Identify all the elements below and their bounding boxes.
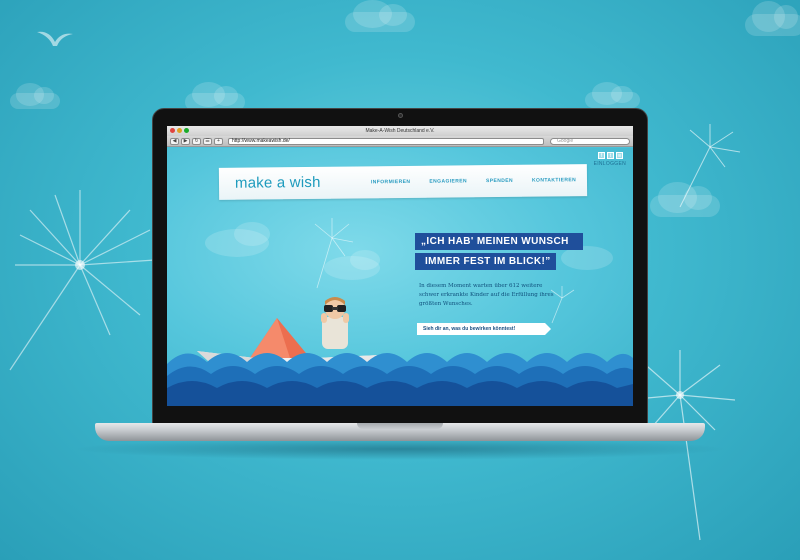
bookmarks-button[interactable]: ☰ [203,137,212,145]
cloud [10,83,60,109]
nav-item-engagieren[interactable]: ENGAGIEREN [429,178,467,184]
laptop-notch [357,423,443,429]
address-bar[interactable]: http://www.makeawish.de/ [228,137,544,145]
intro-text: In diesem Moment warten über 612 weitere… [419,283,554,307]
back-button[interactable]: ◀ [170,137,179,145]
nav-item-spenden[interactable]: SPENDEN [486,178,513,184]
twitter-icon[interactable]: t [607,152,614,159]
minimize-window-button[interactable] [177,128,182,133]
ocean-waves [167,353,633,406]
rss-icon[interactable]: ≋ [616,152,623,159]
browser-titlebar: Make-A-Wish Deutschland e.V. [167,126,633,136]
dandelion-icon [9,190,156,371]
cloud [345,0,415,32]
headline-line-1: „ICH HAB' MEINEN WUNSCH [415,233,583,250]
browser-toolbar: ◀ ▶ ↻ ☰ + http://www.makeawish.de/ Googl… [167,136,633,147]
website-viewport: f t ≋ EINLOGGEN make a wish INFORMIEREN … [167,148,633,406]
login-link[interactable]: EINLOGGEN [594,161,626,167]
window-controls [170,128,189,133]
cloud [745,0,800,36]
main-navigation: INFORMIEREN ENGAGIEREN SPENDEN KONTAKTIE… [371,177,576,185]
forward-button[interactable]: ▶ [181,137,190,145]
social-links: f t ≋ [598,152,623,159]
laptop-base [95,423,705,441]
close-window-button[interactable] [170,128,175,133]
window-title: Make-A-Wish Deutschland e.V. [365,128,435,134]
facebook-icon[interactable]: f [598,152,605,159]
site-logo[interactable]: make a wish [235,174,321,192]
camera-icon [398,113,403,118]
site-header: make a wish INFORMIEREN ENGAGIEREN SPEND… [218,164,588,200]
browser-window: Make-A-Wish Deutschland e.V. ◀ ▶ ↻ ☰ + h… [167,126,633,406]
bird-icon [37,31,73,46]
nav-item-informieren[interactable]: INFORMIEREN [371,179,410,185]
add-bookmark-button[interactable]: + [214,137,223,145]
headline-line-2: IMMER FEST IM BLICK!” [415,253,556,270]
search-field[interactable]: Google [550,137,630,145]
laptop-shadow [70,438,730,460]
reload-button[interactable]: ↻ [192,137,201,145]
nav-item-kontaktieren[interactable]: KONTAKTIEREN [532,177,576,183]
cloud [585,82,640,108]
zoom-window-button[interactable] [184,128,189,133]
dandelion-icon [679,124,741,208]
